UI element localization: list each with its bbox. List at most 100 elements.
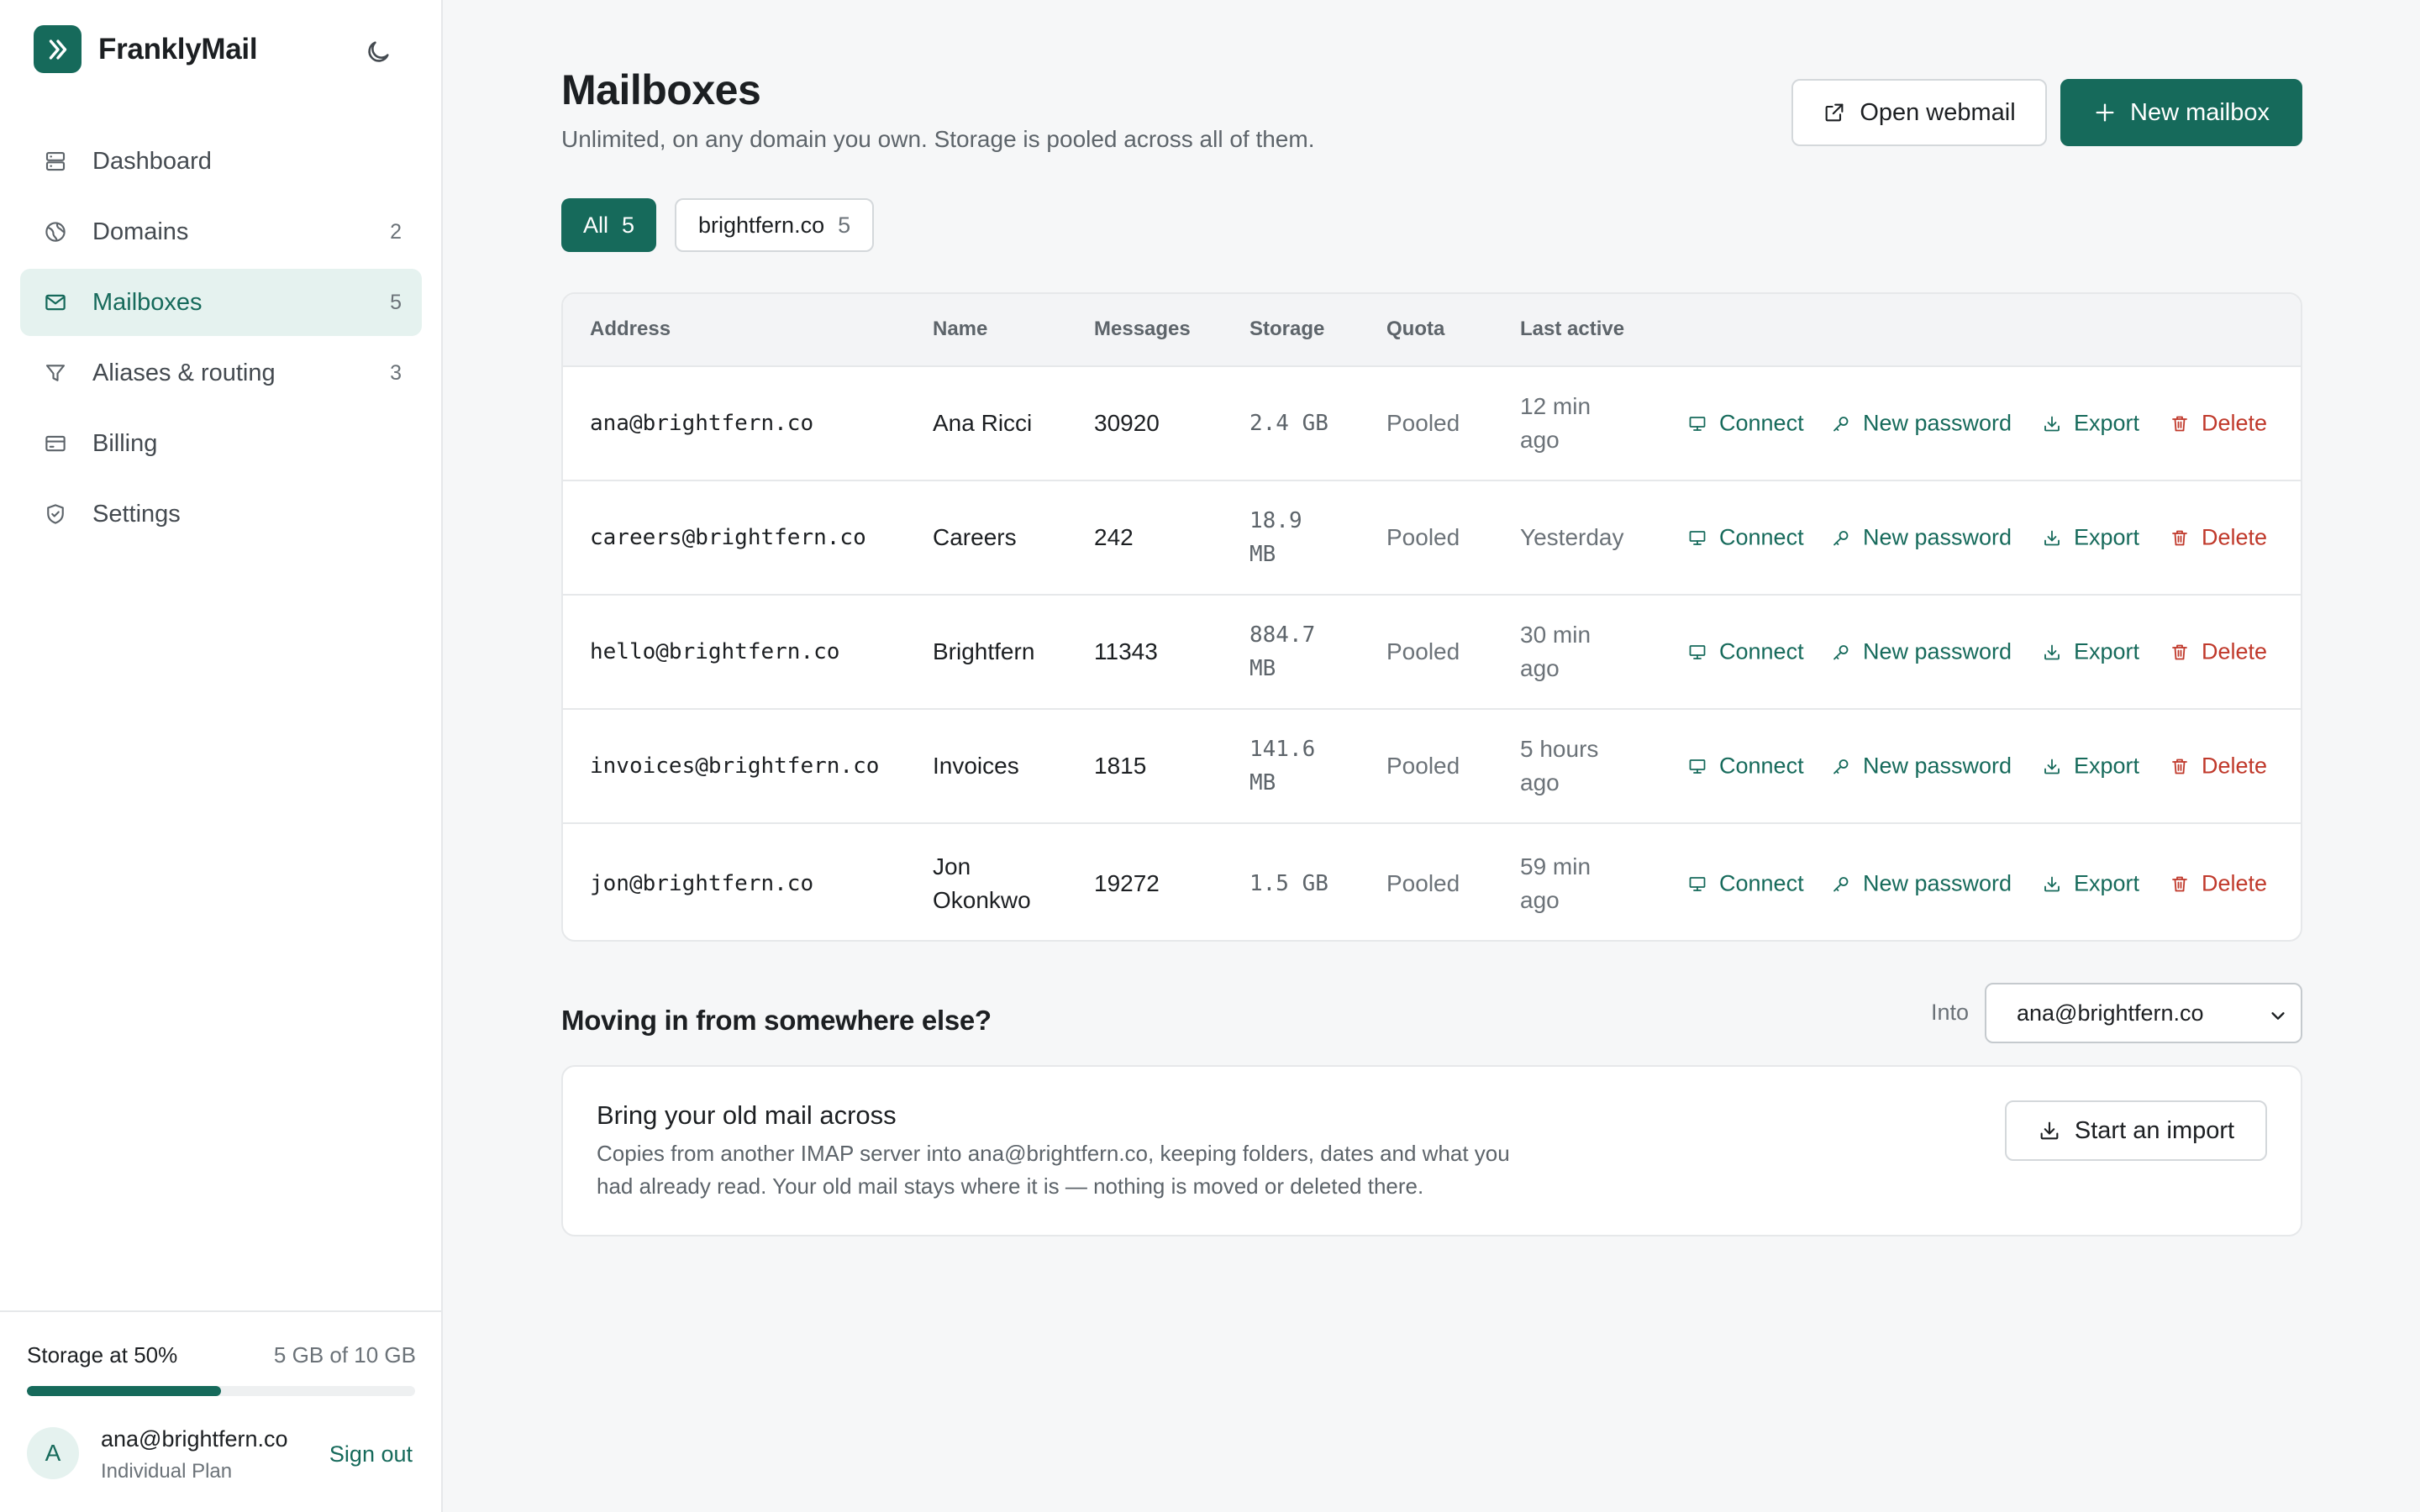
export-button[interactable]: Export <box>2042 753 2139 780</box>
sidebar-item-domains[interactable]: Domains 2 <box>20 198 422 265</box>
brand-logo-icon <box>34 25 82 73</box>
mailbox-address: invoices@brightfern.co <box>590 753 880 779</box>
new-password-button[interactable]: New password <box>1831 525 2012 551</box>
sidebar-item-settings[interactable]: Settings <box>20 480 422 548</box>
mailbox-address: jon@brightfern.co <box>590 871 814 896</box>
export-button[interactable]: Export <box>2042 871 2139 897</box>
mailbox-address: ana@brightfern.co <box>590 411 814 436</box>
filter-chip-brightfern[interactable]: brightfern.co 5 <box>675 198 875 252</box>
export-label: Export <box>2074 870 2140 896</box>
dark-mode-toggle[interactable] <box>361 37 395 71</box>
mailboxes-table: Address Name Messages Storage Quota Last… <box>561 292 2302 942</box>
download-icon <box>2042 874 2062 894</box>
key-icon <box>1831 642 1851 662</box>
mailbox-storage: 2.4 GB <box>1249 411 1328 436</box>
import-card-title: Bring your old mail across <box>597 1100 897 1130</box>
sidebar-item-label: Domains <box>92 218 189 245</box>
column-header-last-active: Last active <box>1520 318 1625 340</box>
delete-button[interactable]: Delete <box>2170 525 2267 551</box>
export-button[interactable]: Export <box>2042 639 2139 665</box>
column-header-messages: Messages <box>1094 318 1191 340</box>
import-card: Bring your old mail across Copies from a… <box>561 1065 2302 1236</box>
plus-icon <box>2093 101 2117 124</box>
key-icon <box>1831 756 1851 776</box>
open-webmail-button[interactable]: Open webmail <box>1791 79 2047 146</box>
storage-label: Storage at 50% <box>27 1342 178 1368</box>
table-row: invoices@brightfern.co Invoices 1815 141… <box>563 710 2301 824</box>
sidebar-item-aliases-routing[interactable]: Aliases & routing 3 <box>20 339 422 407</box>
connect-button[interactable]: Connect <box>1687 639 1804 665</box>
delete-button[interactable]: Delete <box>2170 753 2267 780</box>
connect-button[interactable]: Connect <box>1687 871 1804 897</box>
sidebar-item-count: 3 <box>390 360 402 385</box>
sidebar-item-label: Aliases & routing <box>92 359 276 386</box>
delete-label: Delete <box>2202 524 2268 550</box>
into-label: Into <box>1931 1000 1970 1025</box>
brand[interactable]: FranklyMail <box>34 25 258 73</box>
monitor-icon <box>1687 642 1707 662</box>
new-mailbox-button[interactable]: New mailbox <box>2060 79 2302 146</box>
mail-icon <box>42 289 69 316</box>
delete-button[interactable]: Delete <box>2170 639 2267 665</box>
mailbox-address: careers@brightfern.co <box>590 525 866 550</box>
sidebar-item-mailboxes[interactable]: Mailboxes 5 <box>20 269 422 336</box>
new-password-button[interactable]: New password <box>1831 871 2012 897</box>
sidebar-item-billing[interactable]: Billing <box>20 410 422 477</box>
key-icon <box>1831 528 1851 548</box>
trash-icon <box>2170 874 2190 894</box>
connect-button[interactable]: Connect <box>1687 753 1804 780</box>
delete-button[interactable]: Delete <box>2170 411 2267 437</box>
filter-chip-count: 5 <box>622 212 635 238</box>
import-heading: Moving in from somewhere else? <box>561 1005 992 1036</box>
filter-icon <box>42 360 69 386</box>
delete-label: Delete <box>2202 870 2268 896</box>
download-icon <box>2042 413 2062 433</box>
mailbox-messages: 1815 <box>1094 753 1147 779</box>
download-icon <box>2042 642 2062 662</box>
new-password-button[interactable]: New password <box>1831 639 2012 665</box>
mailbox-name: Ana Ricci <box>933 410 1033 436</box>
open-webmail-label: Open webmail <box>1860 98 2016 126</box>
connect-button[interactable]: Connect <box>1687 411 1804 437</box>
mailbox-quota: Pooled <box>1386 524 1460 550</box>
export-label: Export <box>2074 638 2140 664</box>
delete-button[interactable]: Delete <box>2170 871 2267 897</box>
export-button[interactable]: Export <box>2042 411 2139 437</box>
new-password-label: New password <box>1863 524 2012 550</box>
mailbox-last-active: 12 min ago <box>1520 393 1591 453</box>
table-row: ana@brightfern.co Ana Ricci 30920 2.4 GB… <box>563 367 2301 481</box>
start-import-label: Start an import <box>2074 1116 2235 1144</box>
connect-label: Connect <box>1719 753 1804 779</box>
new-password-button[interactable]: New password <box>1831 411 2012 437</box>
start-import-button[interactable]: Start an import <box>2005 1100 2267 1161</box>
filter-chip-all[interactable]: All 5 <box>561 198 657 252</box>
mailbox-storage: 884.7 MB <box>1249 622 1316 681</box>
mailbox-name: Invoices <box>933 753 1019 779</box>
sign-out-link[interactable]: Sign out <box>329 1441 413 1467</box>
server-icon <box>42 148 69 175</box>
sidebar-item-label: Mailboxes <box>92 288 203 316</box>
user-plan: Individual Plan <box>101 1460 233 1483</box>
sidebar-item-dashboard[interactable]: Dashboard <box>20 128 422 195</box>
monitor-icon <box>1687 756 1707 776</box>
connect-button[interactable]: Connect <box>1687 525 1804 551</box>
sidebar-item-count: 5 <box>390 290 402 314</box>
table-row: hello@brightfern.co Brightfern 11343 884… <box>563 596 2301 710</box>
import-target-select[interactable]: ana@brightfern.co <box>1985 983 2302 1043</box>
mailbox-quota: Pooled <box>1386 753 1460 779</box>
delete-label: Delete <box>2202 638 2268 664</box>
sidebar-footer: Storage at 50% 5 GB of 10 GB A ana@brigh… <box>0 1310 443 1512</box>
credit-card-icon <box>42 430 69 457</box>
mailbox-name: Jon Okonkwo <box>933 853 1031 913</box>
new-password-label: New password <box>1863 870 2012 896</box>
new-password-button[interactable]: New password <box>1831 753 2012 780</box>
trash-icon <box>2170 642 2190 662</box>
download-icon <box>2042 756 2062 776</box>
sidebar-item-label: Dashboard <box>92 147 212 175</box>
avatar[interactable]: A <box>27 1427 79 1479</box>
mailbox-storage: 1.5 GB <box>1249 871 1328 896</box>
delete-label: Delete <box>2202 410 2268 436</box>
shield-check-icon <box>42 501 69 528</box>
table-row: jon@brightfern.co Jon Okonkwo 19272 1.5 … <box>563 824 2301 940</box>
export-button[interactable]: Export <box>2042 525 2139 551</box>
